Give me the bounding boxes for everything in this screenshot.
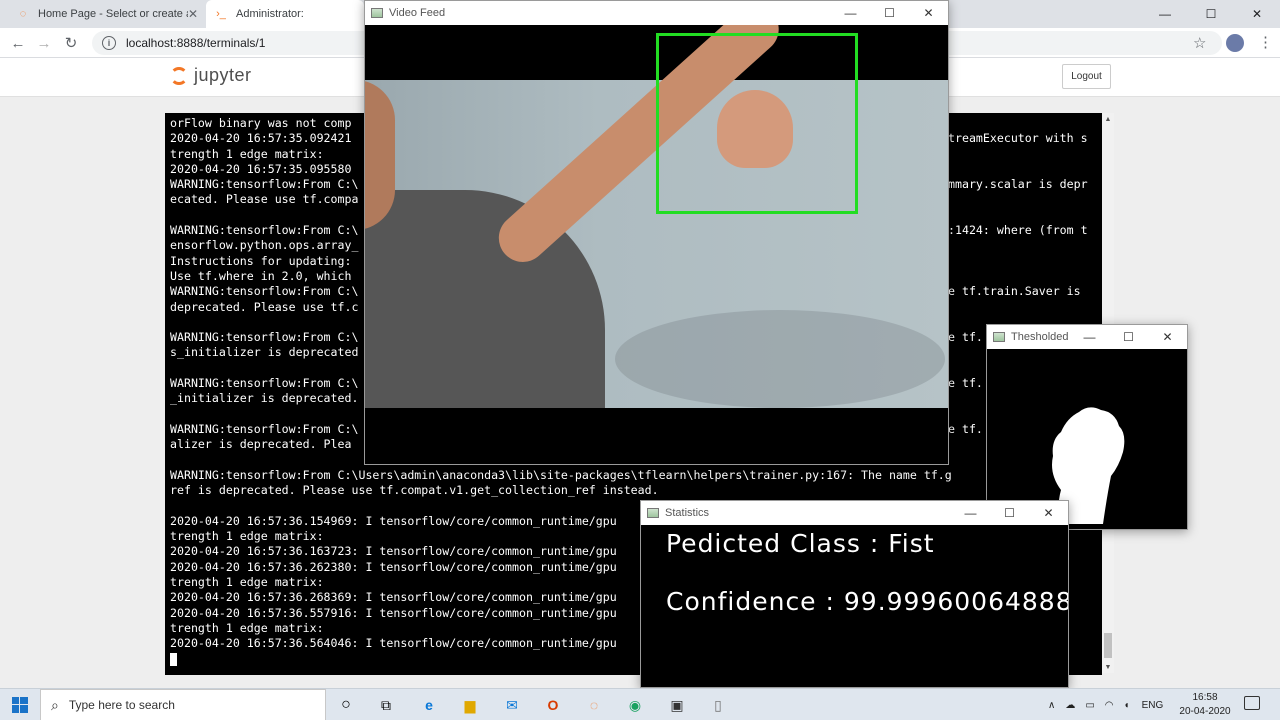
video-frame (365, 25, 948, 464)
window-app-icon (647, 508, 659, 518)
tab-home-page[interactable]: ◌ Home Page - Select or create a n ✕ (8, 0, 206, 28)
search-placeholder: Type here to search (68, 698, 175, 712)
predicted-class-text: Pedicted Class : Fist (666, 529, 935, 558)
terminal-line-fragment: mmary.scalar is depr (948, 177, 1088, 192)
tab-label: Administrator: (236, 8, 304, 20)
terminal-line-fragment: e tf.train.Saver is (948, 284, 1081, 299)
start-button[interactable] (0, 689, 40, 720)
cortana-icon[interactable]: ○ (334, 693, 358, 717)
terminal-line: ref is deprecated. Please use tf.compat.… (170, 483, 659, 498)
terminal-line-fragment: e tf. (948, 330, 983, 345)
info-icon[interactable]: i (102, 36, 116, 50)
notification-icon[interactable] (1244, 696, 1260, 710)
url-text: localhost:8888/terminals/1 (126, 36, 266, 50)
window-title: Statistics (665, 507, 710, 519)
file-explorer-icon[interactable]: ▆ (458, 693, 482, 717)
statistics-panel: Pedicted Class : Fist Confidence : 99.99… (641, 525, 1068, 687)
close-icon[interactable]: ✕ (188, 7, 198, 21)
document-icon[interactable]: ▯ (706, 693, 730, 717)
minimize-icon[interactable]: — (1070, 325, 1109, 349)
windows-logo-icon (12, 697, 28, 713)
search-icon: ⌕ (51, 696, 59, 713)
office-icon[interactable]: O (541, 693, 565, 717)
forward-arrow-icon[interactable]: → (34, 33, 54, 53)
windows-taskbar: ⌕ Type here to search ○ ⧉ e ▆ ✉ O ◌ ◉ ▣ … (0, 688, 1280, 720)
browser-window-controls: — ☐ ✕ (1142, 0, 1280, 28)
chevron-up-icon[interactable]: ∧ (1048, 700, 1055, 711)
photos-icon[interactable]: ▣ (665, 693, 689, 717)
statistics-window: Statistics — ☐ ✕ Pedicted Class : Fist C… (640, 500, 1069, 688)
maximize-icon[interactable]: ☐ (990, 501, 1029, 525)
window-title: Thesholded (1011, 331, 1069, 343)
scroll-up-icon[interactable]: ▲ (1102, 113, 1114, 125)
taskbar-search-input[interactable]: ⌕ Type here to search (40, 689, 326, 720)
scroll-down-icon[interactable]: ▼ (1102, 661, 1114, 673)
window-titlebar[interactable]: Video Feed — ☐ ✕ (365, 1, 948, 25)
chrome-icon[interactable]: ◉ (623, 693, 647, 717)
close-icon[interactable]: ✕ (909, 1, 948, 25)
window-titlebar[interactable]: Thesholded — ☐ ✕ (987, 325, 1187, 349)
wifi-icon[interactable]: ◠ (1105, 700, 1114, 711)
minimize-icon[interactable]: — (831, 1, 870, 25)
close-icon[interactable]: ✕ (1029, 501, 1068, 525)
terminal-line: WARNING:tensorflow:From C:\Users\admin\a… (170, 467, 952, 482)
bookmark-star-icon[interactable]: ☆ (1193, 34, 1206, 52)
maximize-icon[interactable]: ☐ (1109, 325, 1148, 349)
avatar[interactable] (1226, 34, 1244, 52)
maximize-icon[interactable]: ☐ (1188, 0, 1234, 28)
logout-button[interactable]: Logout (1062, 64, 1111, 89)
mail-icon[interactable]: ✉ (500, 693, 524, 717)
jupyter-logo-icon (170, 66, 188, 85)
language-indicator[interactable]: ENG (1142, 700, 1164, 711)
window-app-icon (371, 8, 383, 18)
window-titlebar[interactable]: Statistics — ☐ ✕ (641, 501, 1068, 525)
detection-bounding-box (656, 33, 858, 214)
terminal-line-fragment: e tf. (948, 376, 983, 391)
window-title: Video Feed (389, 7, 446, 19)
task-view-icon[interactable]: ⧉ (374, 693, 398, 717)
jupyter-app-icon[interactable]: ◌ (582, 693, 606, 717)
tab-label: Home Page - Select or create a n (38, 8, 188, 20)
video-feed-window: Video Feed — ☐ ✕ (364, 0, 949, 465)
jupyter-logo[interactable]: jupyter (170, 65, 252, 86)
cloud-icon[interactable]: ☁ (1065, 700, 1075, 711)
edge-icon[interactable]: e (417, 693, 441, 717)
taskbar-clock[interactable]: 16:58 20-04-2020 (1178, 691, 1232, 719)
close-icon[interactable]: ✕ (1234, 0, 1280, 28)
menu-dots-icon[interactable]: ⋮ (1258, 33, 1273, 51)
clock-date: 20-04-2020 (1179, 706, 1231, 717)
close-icon[interactable]: ✕ (1148, 325, 1187, 349)
back-arrow-icon[interactable]: ← (8, 33, 28, 53)
system-tray: ∧ ☁ ▭ ◠ ◖ ENG (1048, 689, 1163, 720)
volume-icon[interactable]: ◖ (1124, 700, 1130, 711)
jupyter-favicon-icon: ◌ (19, 8, 27, 20)
confidence-text: Confidence : 99.99960064888 (666, 587, 1068, 616)
minimize-icon[interactable]: — (1142, 0, 1188, 28)
logo-text: jupyter (194, 65, 252, 85)
terminal-line-fragment: :1424: where (from t (948, 223, 1088, 238)
maximize-icon[interactable]: ☐ (870, 1, 909, 25)
clock-time: 16:58 (1192, 692, 1218, 703)
scrollbar-thumb[interactable] (1104, 633, 1112, 658)
minimize-icon[interactable]: — (951, 501, 990, 525)
reload-icon[interactable]: ↻ (61, 33, 81, 53)
wall-shadow (615, 310, 945, 408)
window-app-icon (993, 332, 1005, 342)
battery-icon[interactable]: ▭ (1085, 700, 1094, 711)
terminal-line-fragment: e tf. (948, 422, 983, 436)
terminal-cursor (170, 653, 177, 667)
terminal-icon: ›_ (216, 8, 226, 20)
tab-administrator[interactable]: ›_ Administrator: (206, 0, 364, 28)
person-head (365, 80, 395, 230)
terminal-line-fragment: treamExecutor with s (948, 131, 1088, 146)
